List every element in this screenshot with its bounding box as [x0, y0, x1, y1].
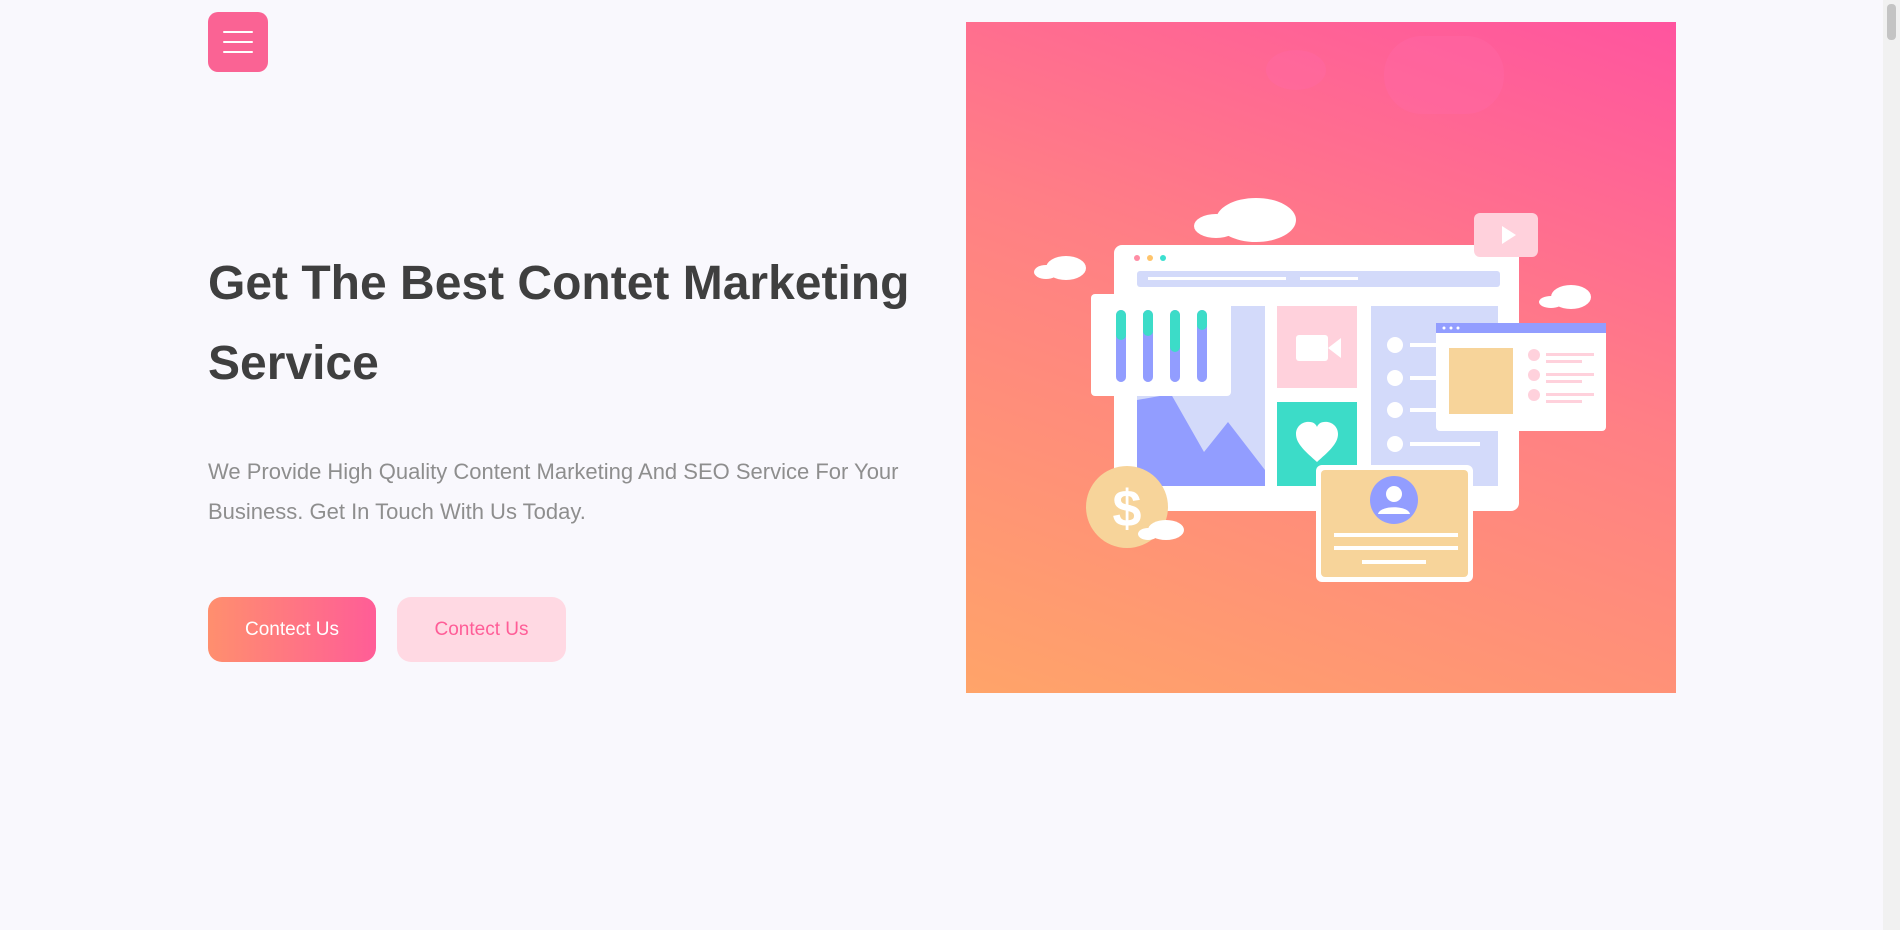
svg-text:$: $	[1113, 480, 1142, 538]
contact-us-primary-button[interactable]: Contect Us	[208, 597, 376, 662]
hamburger-menu-icon-line	[223, 51, 253, 53]
hero-description: We Provide High Quality Content Marketin…	[208, 459, 899, 524]
landing-page: Get The Best Contet Marketing Service We…	[0, 0, 1900, 930]
hero-illustration: $	[966, 22, 1676, 693]
scrollbar-thumb[interactable]	[1887, 4, 1896, 40]
content-marketing-illustration: $	[1034, 36, 1606, 582]
hamburger-menu-icon-line	[223, 41, 253, 43]
bar-chart-card	[1091, 294, 1231, 396]
hamburger-menu-button[interactable]	[208, 12, 268, 72]
contact-us-secondary-button[interactable]: Contect Us	[397, 597, 566, 662]
hamburger-menu-icon	[223, 31, 253, 33]
vertical-scrollbar[interactable]	[1883, 0, 1900, 930]
hero-title: Get The Best Contet Marketing Service	[208, 257, 910, 390]
